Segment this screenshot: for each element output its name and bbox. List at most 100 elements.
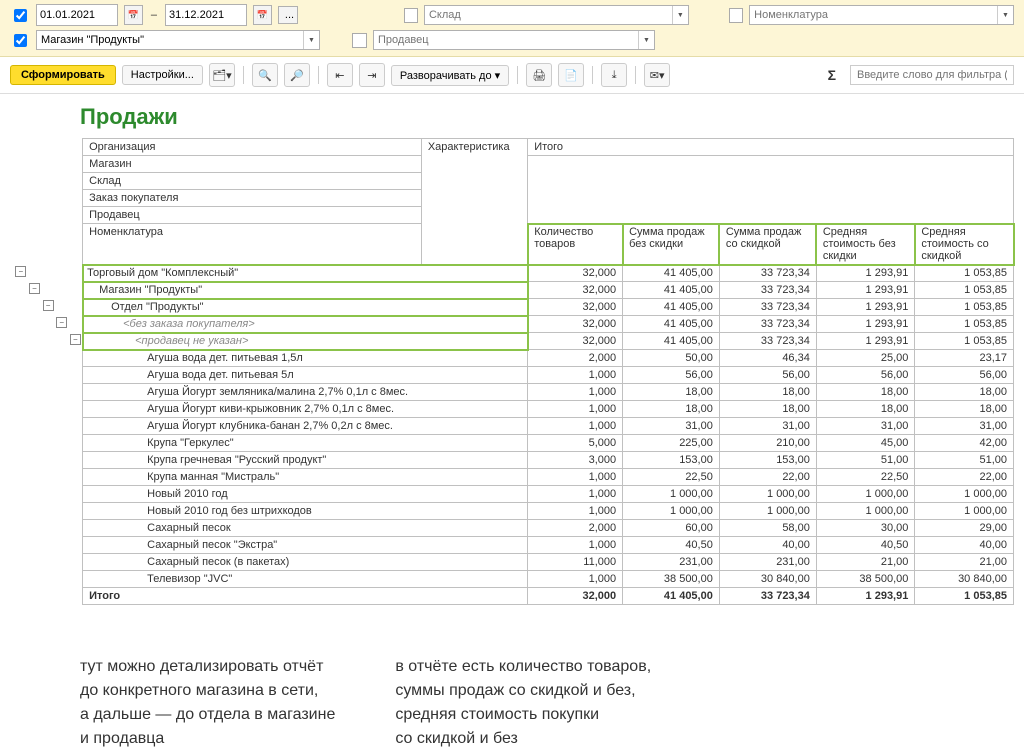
cell-value: 1 293,91	[816, 316, 915, 333]
dropdown-icon[interactable]: ▼	[303, 31, 319, 49]
seller-combo[interactable]: ▼	[373, 30, 655, 50]
total-v4: 1 053,85	[915, 588, 1014, 605]
print-icon[interactable]: 🖨	[526, 63, 552, 87]
cell-value: 32,000	[528, 282, 623, 299]
cell-value: 41 405,00	[623, 282, 720, 299]
row-label: Крупа манная "Мистраль"	[147, 471, 279, 483]
col-org: Организация	[83, 139, 422, 156]
warehouse-checkbox[interactable]	[404, 8, 418, 23]
date-from-input[interactable]	[36, 4, 118, 26]
collapse-icon[interactable]: −	[56, 317, 67, 328]
store-enable-checkbox[interactable]	[14, 34, 27, 47]
cell-value: 1,000	[528, 503, 623, 520]
cell-value: 40,00	[719, 537, 816, 554]
table-row: Крупа манная "Мистраль"1,00022,5022,0022…	[14, 469, 1014, 486]
cell-value: 1,000	[528, 384, 623, 401]
cell-value: 42,00	[915, 435, 1014, 452]
cell-value: 1 000,00	[816, 486, 915, 503]
nomenclature-combo[interactable]: ▼	[749, 5, 1014, 25]
collapse-icon[interactable]: −	[70, 334, 81, 345]
row-label: <продавец не указан>	[135, 335, 248, 347]
cell-value: 30 840,00	[719, 571, 816, 588]
warehouse-input[interactable]	[425, 8, 688, 22]
cell-value: 18,00	[623, 401, 720, 418]
cell-value: 2,000	[528, 350, 623, 367]
calendar-icon[interactable]: 📅	[124, 5, 143, 25]
cell-value: 1,000	[528, 537, 623, 554]
save-icon[interactable]: ⤓	[601, 63, 627, 87]
col-characteristic: Характеристика	[421, 139, 527, 265]
find-next-icon[interactable]: 🔎	[284, 63, 310, 87]
table-row: Агуша Йогурт земляника/малина 2,7% 0,1л …	[14, 384, 1014, 401]
preview-icon[interactable]: 📄	[558, 63, 584, 87]
cell-value: 1,000	[528, 486, 623, 503]
cell-value: 56,00	[623, 367, 720, 384]
cell-value: 41 405,00	[623, 316, 720, 333]
cell-value: 22,50	[816, 469, 915, 486]
cell-value: 1 293,91	[816, 265, 915, 282]
table-row: Сахарный песок (в пакетах)11,000231,0023…	[14, 554, 1014, 571]
seller-input[interactable]	[374, 33, 654, 47]
cell-value: 18,00	[719, 401, 816, 418]
cell-value: 22,00	[915, 469, 1014, 486]
cell-value: 25,00	[816, 350, 915, 367]
filter-word-input[interactable]	[850, 65, 1014, 85]
cell-value: 46,34	[719, 350, 816, 367]
date-enable-checkbox[interactable]	[14, 9, 27, 22]
cell-value: 56,00	[719, 367, 816, 384]
collapse-icon[interactable]: ⇤	[327, 63, 353, 87]
report-area: Продажи Организация Характеристика Итого…	[0, 94, 1024, 751]
col-qty: Количество товаров	[528, 224, 623, 265]
email-icon[interactable]: ✉▾	[644, 63, 670, 87]
form-button[interactable]: Сформировать	[10, 65, 116, 85]
table-row: −Отдел "Продукты"32,00041 405,0033 723,3…	[14, 299, 1014, 316]
collapse-icon[interactable]: −	[15, 266, 26, 277]
table-row: −Торговый дом "Комплексный"32,00041 405,…	[14, 265, 1014, 282]
cell-value: 56,00	[915, 367, 1014, 384]
row-label: Агуша Йогурт клубника-банан 2,7% 0,2л с …	[147, 420, 393, 432]
cell-value: 1 000,00	[719, 486, 816, 503]
cell-value: 33 723,34	[719, 316, 816, 333]
store-combo[interactable]: ▼	[36, 30, 320, 50]
cell-value: 1 000,00	[623, 503, 720, 520]
cell-value: 5,000	[528, 435, 623, 452]
variants-icon[interactable]: 🗂▾	[209, 63, 235, 87]
total-v0: 32,000	[528, 588, 623, 605]
date-to-input[interactable]	[165, 4, 247, 26]
annotation-left: тут можно детализировать отчётдо конкрет…	[80, 655, 335, 751]
cell-value: 18,00	[915, 401, 1014, 418]
calendar-icon[interactable]: 📅	[253, 5, 272, 25]
dropdown-icon[interactable]: ▼	[638, 31, 654, 49]
cell-value: 1 000,00	[915, 503, 1014, 520]
table-row: Телевизор "JVC"1,00038 500,0030 840,0038…	[14, 571, 1014, 588]
dropdown-icon[interactable]: ▼	[672, 6, 688, 24]
sigma-icon[interactable]: Σ	[828, 67, 836, 83]
table-row: Крупа "Геркулес"5,000225,00210,0045,0042…	[14, 435, 1014, 452]
table-row: −Магазин "Продукты"32,00041 405,0033 723…	[14, 282, 1014, 299]
cell-value: 1 293,91	[816, 333, 915, 350]
seller-checkbox[interactable]	[352, 33, 367, 48]
cell-value: 50,00	[623, 350, 720, 367]
cell-value: 18,00	[719, 384, 816, 401]
cell-value: 1,000	[528, 469, 623, 486]
collapse-icon[interactable]: −	[43, 300, 54, 311]
store-input[interactable]	[37, 33, 319, 47]
collapse-icon[interactable]: −	[29, 283, 40, 294]
date-more-button[interactable]: ...	[278, 6, 298, 24]
cell-value: 11,000	[528, 554, 623, 571]
nomenclature-checkbox[interactable]	[729, 8, 743, 23]
cell-value: 41 405,00	[623, 265, 720, 282]
find-icon[interactable]: 🔍	[252, 63, 278, 87]
nomenclature-input[interactable]	[750, 8, 1013, 22]
row-label: Агуша Йогурт киви-крыжовник 2,7% 0,1л с …	[147, 403, 394, 415]
table-row: Агуша Йогурт клубника-банан 2,7% 0,2л с …	[14, 418, 1014, 435]
row-label: Сахарный песок "Экстра"	[147, 539, 277, 551]
expand-to-button[interactable]: Разворачивать до ▾	[391, 65, 509, 86]
cell-value: 60,00	[623, 520, 720, 537]
settings-button[interactable]: Настройки...	[122, 65, 203, 85]
dropdown-icon[interactable]: ▼	[997, 6, 1013, 24]
expand-icon[interactable]: ⇥	[359, 63, 385, 87]
cell-value: 225,00	[623, 435, 720, 452]
warehouse-combo[interactable]: ▼	[424, 5, 689, 25]
cell-value: 1 293,91	[816, 282, 915, 299]
